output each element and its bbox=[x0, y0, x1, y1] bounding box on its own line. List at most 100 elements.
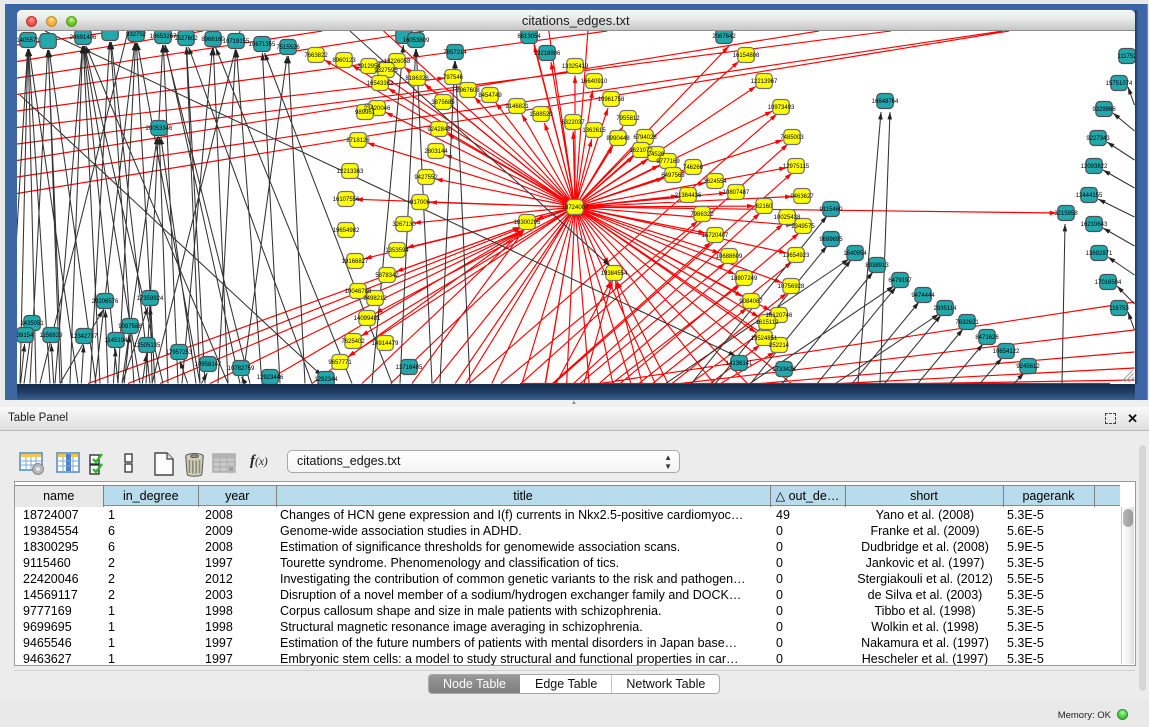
svg-text:10961758: 10961758 bbox=[598, 97, 625, 103]
svg-text:12342737: 12342737 bbox=[71, 334, 98, 340]
svg-text:3267130: 3267130 bbox=[392, 222, 416, 228]
svg-text:12093822: 12093822 bbox=[1081, 164, 1108, 170]
svg-text:16210643: 16210643 bbox=[1081, 222, 1108, 228]
svg-text:20206576: 20206576 bbox=[92, 299, 119, 305]
svg-text:8471626: 8471626 bbox=[975, 335, 999, 341]
svg-text:24529: 24529 bbox=[648, 152, 665, 158]
svg-text:1292344: 1292344 bbox=[314, 377, 338, 383]
svg-text:8454749: 8454749 bbox=[478, 93, 502, 99]
svg-text:9329966: 9329966 bbox=[1092, 107, 1116, 113]
svg-text:2718126: 2718126 bbox=[346, 138, 370, 144]
svg-text:7632621: 7632621 bbox=[955, 320, 979, 326]
svg-text:20691406: 20691406 bbox=[70, 35, 97, 41]
svg-text:16053809: 16053809 bbox=[403, 38, 430, 44]
svg-text:17016504: 17016504 bbox=[1095, 280, 1122, 286]
svg-text:7955812: 7955812 bbox=[616, 116, 640, 122]
svg-text:116753: 116753 bbox=[1109, 306, 1129, 312]
svg-text:10807487: 10807487 bbox=[723, 190, 750, 196]
svg-text:9097588: 9097588 bbox=[118, 324, 142, 330]
svg-text:1405571: 1405571 bbox=[17, 38, 40, 44]
svg-text:9427552: 9427552 bbox=[414, 175, 438, 181]
svg-text:3215958: 3215958 bbox=[1054, 211, 1078, 217]
svg-text:16154808: 16154808 bbox=[733, 53, 760, 59]
svg-text:15720407: 15720407 bbox=[702, 233, 729, 239]
svg-text:13654923: 13654923 bbox=[783, 253, 810, 259]
svg-text:7485003: 7485003 bbox=[780, 135, 804, 141]
svg-text:7625402: 7625402 bbox=[341, 339, 365, 345]
svg-text:16107556: 16107556 bbox=[333, 197, 360, 203]
svg-text:2349575: 2349575 bbox=[791, 224, 815, 230]
svg-text:39154: 39154 bbox=[17, 333, 34, 339]
svg-text:7515526: 7515526 bbox=[276, 45, 300, 51]
svg-text:9657771: 9657771 bbox=[328, 360, 352, 366]
svg-text:2803144: 2803144 bbox=[424, 149, 448, 155]
svg-text:9242848: 9242848 bbox=[427, 127, 451, 133]
svg-text:6497568: 6497568 bbox=[661, 173, 685, 179]
svg-text:16120746: 16120746 bbox=[766, 313, 793, 319]
svg-text:19654982: 19654982 bbox=[333, 228, 360, 234]
svg-text:9227343: 9227343 bbox=[1086, 136, 1110, 142]
svg-text:10719155: 10719155 bbox=[223, 39, 250, 45]
svg-text:12505135: 12505135 bbox=[134, 343, 161, 349]
svg-text:13325419: 13325419 bbox=[562, 64, 589, 70]
svg-text:14914479: 14914479 bbox=[372, 341, 399, 347]
svg-text:12213363: 12213363 bbox=[337, 169, 364, 175]
svg-text:9474444: 9474444 bbox=[911, 293, 935, 299]
svg-text:13716485: 13716485 bbox=[396, 365, 423, 371]
svg-text:2087642: 2087642 bbox=[712, 34, 736, 40]
svg-text:1615112: 1615112 bbox=[756, 320, 780, 326]
svg-text:10958147: 10958147 bbox=[195, 362, 222, 368]
svg-text:9498212: 9498212 bbox=[363, 296, 387, 302]
svg-text:2935114: 2935114 bbox=[934, 306, 958, 312]
svg-text:17359924: 17359924 bbox=[137, 296, 164, 302]
svg-text:21364436: 21364436 bbox=[675, 193, 702, 199]
svg-text:10046788: 10046788 bbox=[345, 289, 372, 295]
svg-text:7857214: 7857214 bbox=[443, 50, 467, 56]
svg-text:12923446: 12923446 bbox=[257, 375, 284, 381]
svg-text:1640954: 1640954 bbox=[843, 251, 867, 257]
svg-text:12975115: 12975115 bbox=[783, 164, 810, 170]
svg-text:18807249: 18807249 bbox=[731, 276, 758, 282]
svg-text:797546: 797546 bbox=[443, 75, 464, 81]
svg-text:19166827: 19166827 bbox=[342, 259, 369, 265]
svg-text:8938913: 8938913 bbox=[865, 263, 889, 269]
svg-text:6794028: 6794028 bbox=[633, 135, 657, 141]
svg-text:9084067: 9084067 bbox=[739, 299, 763, 305]
svg-text:9327595: 9327595 bbox=[374, 68, 398, 74]
svg-text:6322037: 6322037 bbox=[561, 120, 585, 126]
svg-text:1145194: 1145194 bbox=[105, 338, 129, 344]
svg-text:10025438: 10025438 bbox=[774, 215, 801, 221]
svg-text:8960123: 8960123 bbox=[332, 58, 356, 64]
svg-text:1156829: 1156829 bbox=[40, 333, 64, 339]
svg-text:252214: 252214 bbox=[769, 343, 790, 349]
svg-text:1353594: 1353594 bbox=[385, 248, 409, 254]
svg-text:20053346: 20053346 bbox=[146, 126, 173, 132]
svg-text:15751074: 15751074 bbox=[1106, 81, 1133, 87]
svg-text:8186328: 8186328 bbox=[405, 76, 429, 82]
svg-text:9146821: 9146821 bbox=[505, 104, 529, 110]
svg-text:7986322: 7986322 bbox=[690, 212, 714, 218]
svg-text:5878342: 5878342 bbox=[375, 273, 399, 279]
svg-text:14136141: 14136141 bbox=[726, 361, 753, 367]
svg-text:10782759: 10782759 bbox=[228, 366, 255, 372]
svg-text:10653267: 10653267 bbox=[150, 34, 177, 40]
svg-text:16648764: 16648764 bbox=[872, 99, 899, 105]
svg-text:1588520: 1588520 bbox=[529, 112, 553, 118]
svg-text:1362615: 1362615 bbox=[582, 128, 606, 134]
svg-text:16543362: 16543362 bbox=[367, 81, 394, 87]
svg-text:10654122: 10654122 bbox=[993, 349, 1020, 355]
svg-text:9699695: 9699695 bbox=[819, 237, 843, 243]
svg-text:917006: 917006 bbox=[410, 200, 431, 206]
svg-text:111752: 111752 bbox=[1117, 54, 1134, 60]
svg-text:3875685: 3875685 bbox=[431, 100, 455, 106]
svg-text:62160: 62160 bbox=[756, 204, 773, 210]
svg-text:8813054: 8813054 bbox=[517, 34, 541, 40]
svg-text:10671355: 10671355 bbox=[249, 42, 276, 48]
svg-text:9463627: 9463627 bbox=[790, 194, 814, 200]
svg-text:1435051: 1435051 bbox=[20, 321, 44, 327]
svg-text:9115460: 9115460 bbox=[820, 207, 844, 213]
svg-text:12444155: 12444155 bbox=[1076, 193, 1103, 199]
svg-text:14099481: 14099481 bbox=[354, 316, 381, 322]
svg-text:989961: 989961 bbox=[355, 110, 376, 116]
svg-text:9245612: 9245612 bbox=[1016, 364, 1040, 370]
